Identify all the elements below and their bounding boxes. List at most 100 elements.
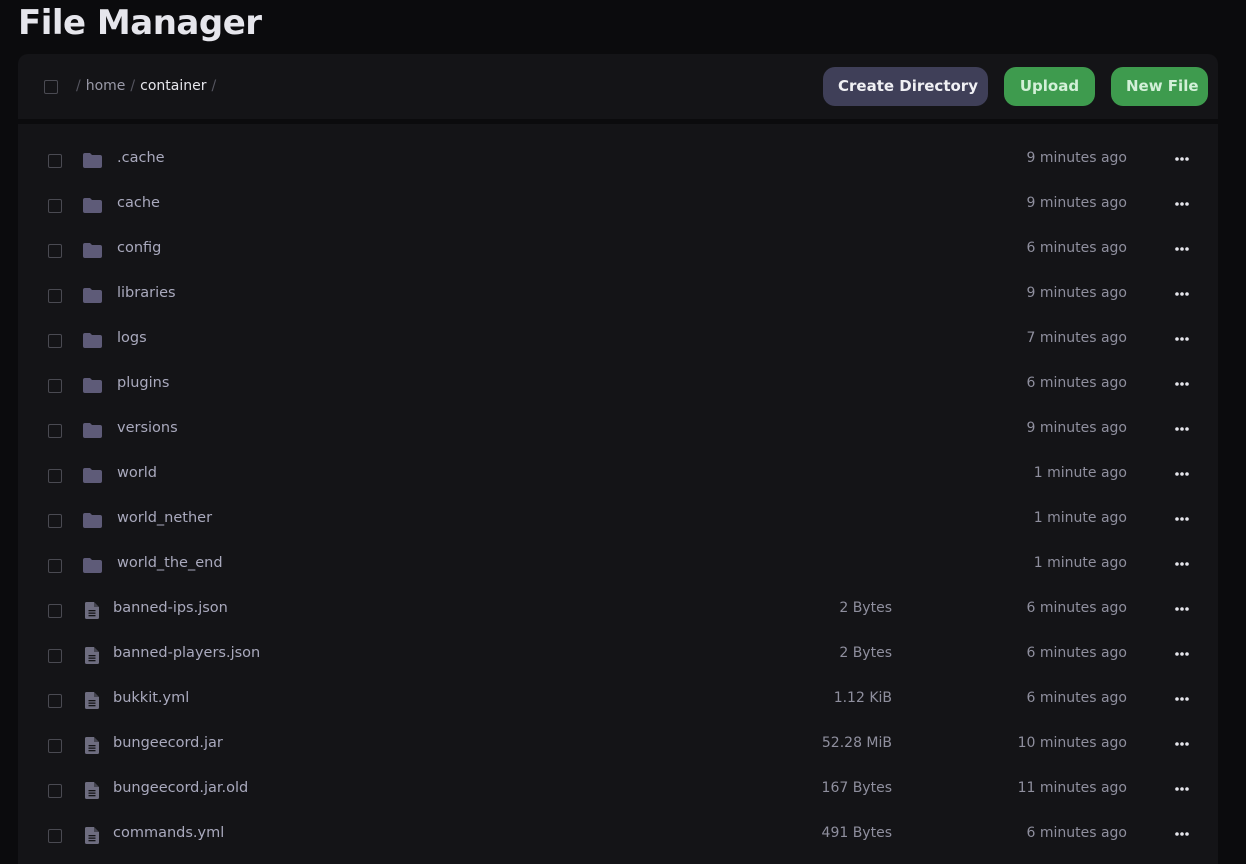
row-checkbox[interactable]	[48, 334, 62, 348]
file-name[interactable]: banned-ips.json	[113, 600, 228, 616]
file-row[interactable]: commands.yml 491 Bytes 6 minutes ago	[18, 801, 1218, 846]
row-checkbox[interactable]	[48, 784, 62, 798]
file-name[interactable]: bukkit.yml	[113, 690, 189, 706]
more-options-icon[interactable]	[1172, 421, 1192, 437]
row-checkbox[interactable]	[48, 649, 62, 663]
more-options-icon[interactable]	[1172, 376, 1192, 392]
file-list: .cache 9 minutes ago cache 9 minutes ago con…	[18, 124, 1218, 864]
more-options-icon[interactable]	[1172, 826, 1192, 842]
file-row[interactable]: bungeecord.jar 52.28 MiB 10 minutes ago	[18, 711, 1218, 756]
file-icon	[82, 601, 102, 619]
file-name[interactable]: cache	[117, 195, 160, 211]
file-size: 1.12 KiB	[833, 690, 892, 706]
file-row[interactable]: banned-ips.json 2 Bytes 6 minutes ago	[18, 576, 1218, 621]
file-modified: 6 minutes ago	[1026, 825, 1127, 841]
more-options-icon[interactable]	[1172, 556, 1192, 572]
more-options-icon[interactable]	[1172, 196, 1192, 212]
file-name[interactable]: world	[117, 465, 157, 481]
row-checkbox[interactable]	[48, 739, 62, 753]
select-all-checkbox[interactable]	[44, 80, 58, 94]
file-modified: 6 minutes ago	[1026, 375, 1127, 391]
file-modified: 6 minutes ago	[1026, 645, 1127, 661]
file-row[interactable]: libraries 9 minutes ago	[18, 261, 1218, 306]
row-checkbox[interactable]	[48, 199, 62, 213]
folder-icon	[82, 466, 102, 484]
file-name[interactable]: bungeecord.jar.old	[113, 780, 248, 796]
create-directory-button[interactable]: Create Directory	[823, 67, 988, 106]
file-row[interactable]: world_nether 1 minute ago	[18, 486, 1218, 531]
row-checkbox[interactable]	[48, 424, 62, 438]
row-checkbox[interactable]	[48, 694, 62, 708]
more-options-icon[interactable]	[1172, 781, 1192, 797]
file-name[interactable]: libraries	[117, 285, 176, 301]
file-row[interactable]: bukkit.yml 1.12 KiB 6 minutes ago	[18, 666, 1218, 711]
more-options-icon[interactable]	[1172, 331, 1192, 347]
folder-icon	[82, 241, 102, 259]
file-row[interactable]: banned-players.json 2 Bytes 6 minutes ago	[18, 621, 1218, 666]
file-row[interactable]: logs 7 minutes ago	[18, 306, 1218, 351]
file-modified: 7 minutes ago	[1026, 330, 1127, 346]
more-options-icon[interactable]	[1172, 286, 1192, 302]
file-size: 52.28 MiB	[821, 735, 892, 751]
folder-icon	[82, 286, 102, 304]
file-row[interactable]: world_the_end 1 minute ago	[18, 531, 1218, 576]
folder-icon	[82, 556, 102, 574]
file-row[interactable]: world 1 minute ago	[18, 441, 1218, 486]
file-modified: 11 minutes ago	[1017, 780, 1127, 796]
file-name[interactable]: logs	[117, 330, 147, 346]
file-icon	[82, 736, 102, 754]
row-checkbox[interactable]	[48, 604, 62, 618]
breadcrumb: / home / container /	[76, 78, 221, 94]
file-row[interactable]: bungeecord.jar.old 167 Bytes 11 minutes ag…	[18, 756, 1218, 801]
folder-icon	[82, 196, 102, 214]
more-options-icon[interactable]	[1172, 511, 1192, 527]
more-options-icon[interactable]	[1172, 466, 1192, 482]
file-row[interactable]: plugins 6 minutes ago	[18, 351, 1218, 396]
row-checkbox[interactable]	[48, 559, 62, 573]
row-checkbox[interactable]	[48, 379, 62, 393]
more-options-icon[interactable]	[1172, 151, 1192, 167]
more-options-icon[interactable]	[1172, 691, 1192, 707]
more-options-icon[interactable]	[1172, 736, 1192, 752]
row-checkbox[interactable]	[48, 154, 62, 168]
file-name[interactable]: bungeecord.jar	[113, 735, 223, 751]
file-row[interactable]: config 6 minutes ago	[18, 216, 1218, 261]
more-options-icon[interactable]	[1172, 241, 1192, 257]
row-checkbox[interactable]	[48, 829, 62, 843]
file-icon	[82, 781, 102, 799]
file-modified: 10 minutes ago	[1017, 735, 1127, 751]
new-file-button[interactable]: New File	[1111, 67, 1208, 106]
more-options-icon[interactable]	[1172, 646, 1192, 662]
row-checkbox[interactable]	[48, 244, 62, 258]
file-name[interactable]: config	[117, 240, 161, 256]
folder-icon	[82, 421, 102, 439]
file-row[interactable]: cache 9 minutes ago	[18, 171, 1218, 216]
folder-icon	[82, 331, 102, 349]
file-modified: 6 minutes ago	[1026, 690, 1127, 706]
folder-icon	[82, 376, 102, 394]
file-modified: 9 minutes ago	[1026, 285, 1127, 301]
file-name[interactable]: world_nether	[117, 510, 212, 526]
folder-icon	[82, 151, 102, 169]
row-checkbox[interactable]	[48, 514, 62, 528]
row-checkbox[interactable]	[48, 289, 62, 303]
file-row[interactable]: .cache 9 minutes ago	[18, 126, 1218, 171]
file-name[interactable]: plugins	[117, 375, 169, 391]
file-icon	[82, 691, 102, 709]
upload-button[interactable]: Upload	[1004, 67, 1095, 106]
file-name[interactable]: banned-players.json	[113, 645, 260, 661]
file-icon	[82, 646, 102, 664]
file-modified: 1 minute ago	[1033, 465, 1127, 481]
page-title: File Manager	[18, 3, 262, 43]
row-checkbox[interactable]	[48, 469, 62, 483]
file-name[interactable]: commands.yml	[113, 825, 224, 841]
breadcrumb-home[interactable]: home	[86, 78, 126, 94]
file-row[interactable]: versions 9 minutes ago	[18, 396, 1218, 441]
file-name[interactable]: .cache	[117, 150, 165, 166]
file-name[interactable]: versions	[117, 420, 178, 436]
breadcrumb-current: container	[140, 78, 207, 94]
file-size: 491 Bytes	[821, 825, 892, 841]
more-options-icon[interactable]	[1172, 601, 1192, 617]
file-modified: 1 minute ago	[1033, 510, 1127, 526]
file-name[interactable]: world_the_end	[117, 555, 223, 571]
